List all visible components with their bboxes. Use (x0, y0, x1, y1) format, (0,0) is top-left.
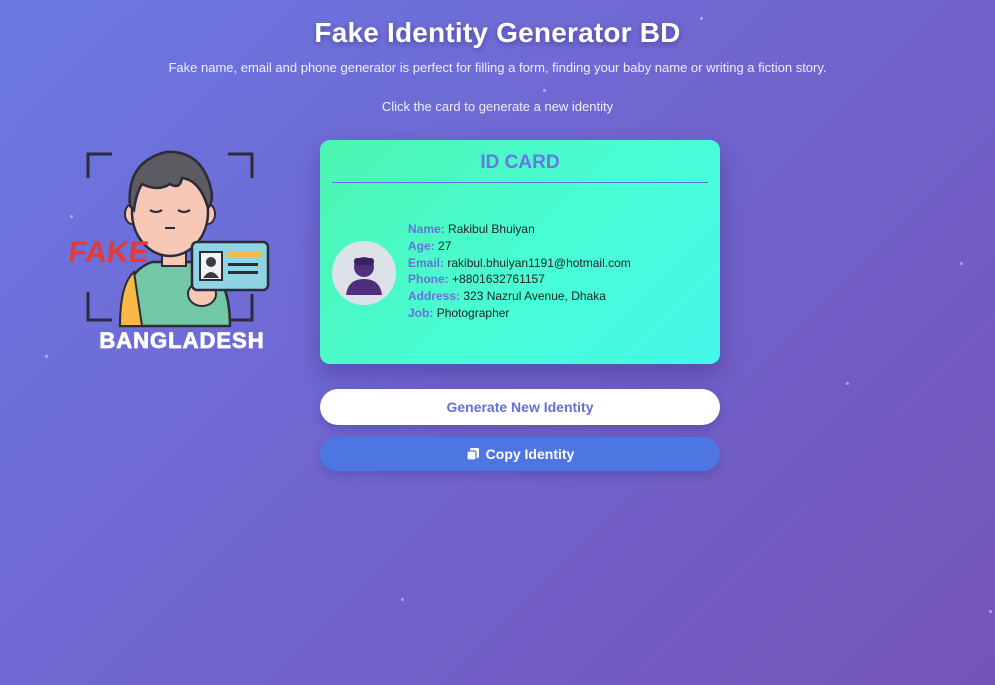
field-label: Phone: (408, 272, 449, 287)
page-title: Fake Identity Generator BD (314, 17, 681, 48)
logo-fake-text: FAKE (67, 236, 150, 269)
copy-button-label: Copy Identity (485, 446, 575, 462)
field-value: +8801632761157 (452, 272, 545, 287)
background-star (960, 262, 963, 265)
field-value: Rakibul Bhuiyan (448, 222, 535, 236)
background-star (989, 610, 992, 613)
field-value: 27 (438, 238, 452, 253)
field-job: Job: Photographer (408, 305, 631, 322)
field-label: Address: (408, 289, 461, 304)
generate-button-label: Generate New Identity (446, 399, 594, 415)
card-hint: Click the card to generate a new identit… (381, 99, 614, 114)
logo-illustration: FAKE BANGLADESH (67, 150, 270, 353)
identity-fields: Name: Rakibul Bhuiyan Age: 27 Email: rak… (408, 221, 631, 322)
field-value: Photographer (436, 305, 510, 320)
copy-identity-button[interactable]: Copy Identity (320, 437, 720, 471)
field-value: rakibul.bhuiyan1191@hotmail.com (447, 255, 631, 270)
generate-identity-button[interactable]: Generate New Identity (320, 389, 720, 425)
field-label: Job: (408, 305, 434, 320)
page-subtitle: Fake name, email and phone generator is … (168, 60, 827, 75)
person-icon (346, 257, 382, 295)
field-value: 323 Nazrul Avenue, Dhaka (463, 289, 606, 304)
field-phone: Phone: +8801632761157 (408, 271, 631, 288)
logo-country-text: BANGLADESH (99, 328, 264, 353)
background-star (846, 382, 849, 385)
copy-icon (466, 447, 480, 461)
background-star (543, 89, 546, 92)
field-name: Name: Rakibul Bhuiyan (408, 221, 631, 238)
field-email: Email: rakibul.bhuiyan1191@hotmail.com (408, 255, 631, 272)
field-label: Name: (408, 222, 445, 236)
avatar (332, 241, 396, 305)
field-address: Address: 323 Nazrul Avenue, Dhaka (408, 288, 631, 305)
background-star (401, 598, 404, 601)
field-label: Email: (408, 255, 445, 270)
field-age: Age: 27 (408, 238, 631, 255)
fake-bangladesh-logo: FAKE BANGLADESH (62, 144, 302, 354)
field-label: Age: (408, 238, 435, 253)
id-card[interactable]: ID CARD Name: Rakibul Bhuiyan Age: 27 Em… (320, 140, 720, 364)
card-title: ID CARD (332, 152, 708, 183)
background-star (45, 355, 48, 358)
